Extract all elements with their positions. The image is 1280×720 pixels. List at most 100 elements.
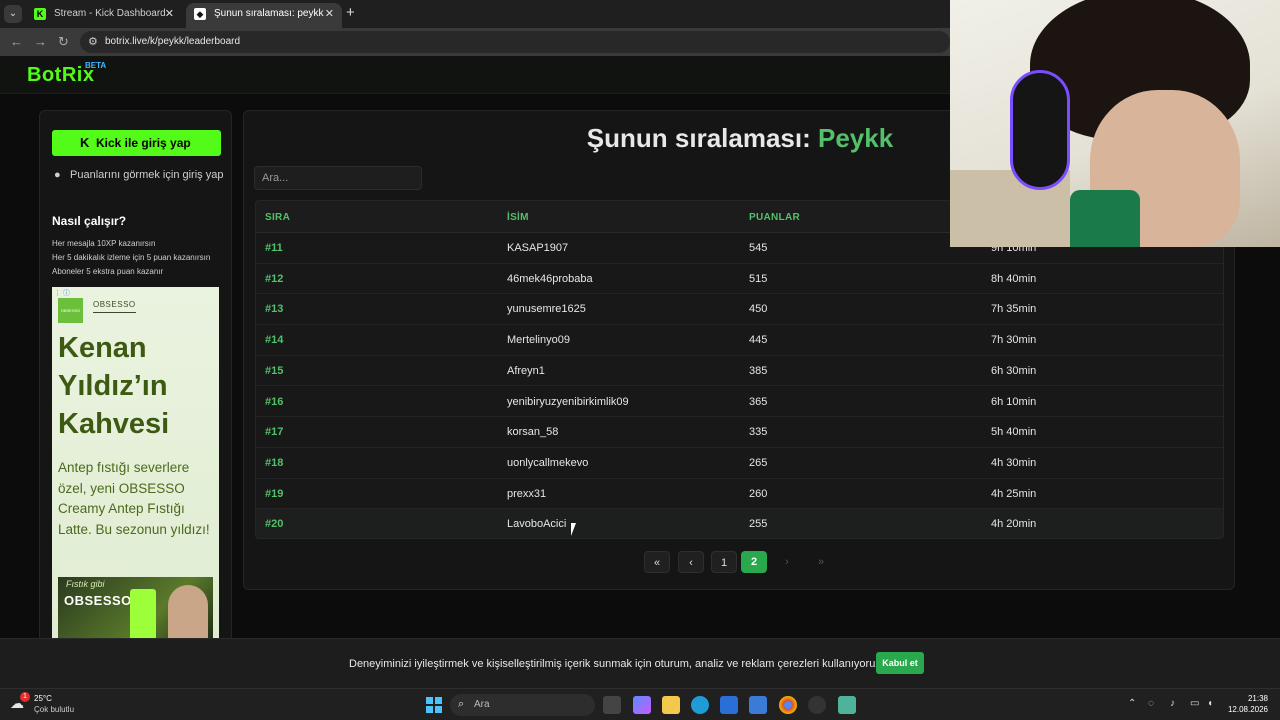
- microphone-icon[interactable]: ♪: [1170, 698, 1175, 709]
- watchtime-cell: 6h 10min: [991, 395, 1037, 408]
- table-row[interactable]: #15 Afreyn1 385 6h 30min: [256, 356, 1223, 387]
- app-icon[interactable]: [838, 696, 856, 714]
- tab-search-chevron-icon[interactable]: ⌄: [4, 5, 22, 23]
- table-row[interactable]: #19 prexx31 260 4h 25min: [256, 479, 1223, 510]
- close-tab-icon[interactable]: ✕: [325, 3, 334, 25]
- watchtime-cell: 6h 30min: [991, 364, 1037, 377]
- reload-icon[interactable]: ↻: [58, 34, 69, 50]
- site-info-icon[interactable]: ⚙: [88, 35, 98, 48]
- forward-arrow-icon[interactable]: →: [34, 34, 47, 49]
- weather-temp[interactable]: 25°C: [34, 694, 52, 703]
- points-cell: 545: [749, 242, 768, 254]
- column-header-points[interactable]: PUANLAR: [749, 212, 800, 223]
- browser-tab-kick-dashboard[interactable]: K Stream - Kick Dashboard ✕: [26, 3, 182, 28]
- taskbar-search-label: Ara: [474, 699, 490, 710]
- edge-icon[interactable]: [691, 696, 709, 714]
- network-icon[interactable]: ◌: [1148, 698, 1154, 709]
- rank-cell: #18: [265, 456, 284, 469]
- how-line: Aboneler 5 ekstra puan kazanır: [52, 267, 164, 276]
- copilot-icon[interactable]: [633, 696, 651, 714]
- outlook-icon[interactable]: [749, 696, 767, 714]
- taskbar-date[interactable]: 12.08.2026: [1220, 705, 1268, 714]
- points-cell: 445: [749, 334, 768, 347]
- table-row[interactable]: #17 korsan_58 335 5h 40min: [256, 417, 1223, 448]
- next-page-button[interactable]: ›: [774, 551, 800, 573]
- kick-icon: K: [34, 8, 46, 20]
- rank-cell: #12: [265, 272, 284, 285]
- botrix-icon: ◆: [194, 8, 206, 20]
- column-header-name[interactable]: İSİM: [507, 212, 529, 223]
- name-cell: yenibiryuzyenibirkimlik09: [507, 395, 629, 408]
- table-row[interactable]: #18 uonlycallmekevo 265 4h 30min: [256, 448, 1223, 479]
- weather-badge: 1: [20, 692, 30, 702]
- first-page-button[interactable]: «: [644, 551, 670, 573]
- ad-info-icon[interactable]: ⋮ ⓘ: [54, 288, 70, 298]
- table-row[interactable]: #12 46mek46probaba 515 8h 40min: [256, 264, 1223, 295]
- search-icon: ⌕: [458, 698, 465, 710]
- new-tab-icon[interactable]: +: [346, 4, 355, 21]
- name-cell: Afreyn1: [507, 364, 545, 377]
- name-cell: Mertelinyo09: [507, 334, 570, 347]
- tray-chevron-icon[interactable]: ⌃: [1128, 698, 1136, 709]
- chrome-icon[interactable]: [779, 696, 797, 714]
- last-page-button[interactable]: »: [808, 551, 834, 573]
- file-explorer-icon[interactable]: [662, 696, 680, 714]
- watchtime-cell: 8h 40min: [991, 272, 1037, 285]
- table-row[interactable]: #14 Mertelinyo09 445 7h 30min: [256, 325, 1223, 356]
- search-input[interactable]: [254, 166, 422, 190]
- back-arrow-icon[interactable]: ←: [10, 34, 23, 49]
- table-row[interactable]: #13 yunusemre1625 450 7h 35min: [256, 294, 1223, 326]
- volume-icon[interactable]: ◖: [1207, 698, 1213, 709]
- mouse-cursor-icon: [571, 523, 581, 536]
- name-cell: 46mek46probaba: [507, 272, 593, 285]
- weather-condition[interactable]: Çok bulutlu: [34, 705, 74, 714]
- page-2-button[interactable]: 2: [741, 551, 767, 573]
- column-header-rank[interactable]: SIRA: [265, 212, 290, 223]
- store-icon[interactable]: [720, 696, 738, 714]
- login-hint[interactable]: ● Puanlarını görmek için giriş yap: [54, 169, 223, 181]
- windows-taskbar: ☁ 1 25°C Çok bulutlu ⌕ Ara ⌃ ◌ ♪ ▭ ◖ 21:…: [0, 688, 1280, 720]
- webcam-overlay: [950, 0, 1280, 247]
- rank-cell: #13: [265, 303, 284, 316]
- points-cell: 385: [749, 364, 768, 377]
- windows-start-icon[interactable]: [426, 697, 442, 713]
- url-text: botrix.live/k/peykk/leaderboard: [105, 36, 241, 47]
- name-cell: prexx31: [507, 487, 547, 500]
- headset-icon: [1010, 70, 1070, 190]
- ad-brand-name: OBSESSO: [93, 300, 136, 313]
- table-row[interactable]: #20 LavoboAcici 255 4h 20min: [256, 509, 1223, 538]
- display-icon[interactable]: ▭: [1190, 698, 1199, 709]
- accept-cookies-button[interactable]: Kabul et: [876, 652, 924, 674]
- kick-login-button[interactable]: K Kick ile giriş yap: [52, 130, 221, 156]
- taskbar-time[interactable]: 21:38: [1228, 694, 1268, 703]
- rank-cell: #17: [265, 426, 284, 439]
- prev-page-button[interactable]: ‹: [678, 551, 704, 573]
- close-tab-icon[interactable]: ✕: [165, 3, 174, 25]
- rank-cell: #11: [265, 242, 283, 254]
- url-input[interactable]: ⚙ botrix.live/k/peykk/leaderboard: [80, 31, 950, 53]
- ad-description: Antep fıstığı severlere özel, yeni OBSES…: [58, 460, 210, 537]
- sidebar: K Kick ile giriş yap ● Puanlarını görmek …: [39, 110, 232, 650]
- points-cell: 365: [749, 395, 768, 408]
- how-line: Her 5 dakikalık izleme için 5 puan kazan…: [52, 253, 211, 262]
- name-cell: uonlycallmekevo: [507, 456, 589, 469]
- points-cell: 335: [749, 426, 768, 439]
- ad-image: Fıstık gibi OBSESSO: [58, 577, 213, 647]
- login-hint-text: Puanlarını görmek için giriş yap: [70, 169, 224, 181]
- browser-tab-leaderboard[interactable]: ◆ Şunun sıralaması: peykk | Yayın ✕: [186, 3, 342, 28]
- points-cell: 450: [749, 303, 768, 316]
- beta-badge: BETA: [85, 61, 107, 70]
- page-1-button[interactable]: 1: [711, 551, 737, 573]
- table-row[interactable]: #16 yenibiryuzyenibirkimlik09 365 6h 10min: [256, 387, 1223, 418]
- task-view-icon[interactable]: [603, 696, 621, 714]
- points-cell: 515: [749, 272, 768, 285]
- rank-cell: #20: [265, 518, 284, 531]
- ad-image-caption: Fıstık gibi: [66, 579, 105, 589]
- watchtime-cell: 4h 25min: [991, 487, 1037, 500]
- cookie-banner: Deneyiminizi iyileştirmek ve kişiselleşt…: [0, 638, 1280, 688]
- points-cell: 255: [749, 518, 768, 531]
- advertisement[interactable]: ⋮ ⓘ OBSESSO OBSESSO Kenan Yıldız’ın Kahv…: [52, 287, 219, 647]
- taskbar-search[interactable]: ⌕ Ara: [450, 694, 595, 716]
- obs-icon[interactable]: [808, 696, 826, 714]
- name-cell: KASAP1907: [507, 242, 569, 254]
